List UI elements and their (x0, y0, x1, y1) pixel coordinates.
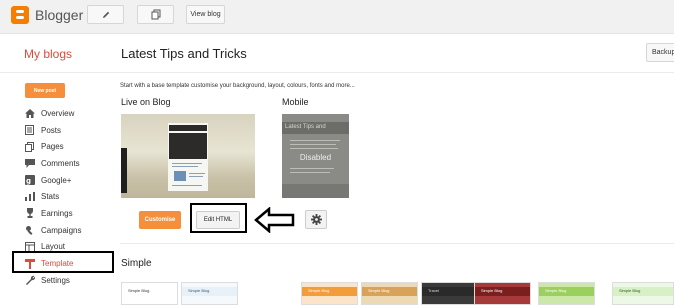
mobile-disabled-label: Disabled (299, 153, 332, 162)
simple-template-6[interactable]: Simple Blog (474, 282, 531, 305)
preview-line (189, 176, 203, 177)
template-label: Simple Blog (188, 288, 210, 293)
simple-heading: Simple (121, 258, 152, 269)
header-row: My blogs Latest Tips and Tricks Backup (0, 35, 674, 73)
simple-template-5[interactable]: Travel (421, 282, 478, 305)
template-label: Travel (428, 288, 439, 293)
section-divider (120, 243, 674, 244)
pages-icon (24, 141, 35, 152)
comment-icon (24, 158, 35, 168)
sidebar-item-label: Overview (41, 108, 75, 118)
preview-line (172, 163, 202, 164)
simple-template-2[interactable]: Simple Blog (181, 282, 238, 305)
my-blogs-link[interactable]: My blogs (24, 47, 72, 61)
preview-line (290, 148, 338, 149)
simple-template-8[interactable]: Simple Blog (612, 282, 674, 305)
sidebar-item-earnings[interactable]: Earnings (24, 205, 124, 222)
preview-line (290, 172, 330, 173)
mobile-preview-footer (282, 184, 349, 198)
preview-line (290, 144, 336, 145)
blog-title: Latest Tips and Tricks (121, 46, 247, 61)
mobile-preview-header: Latest Tips and (282, 122, 349, 134)
simple-template-1[interactable]: Simple Blog (121, 282, 178, 305)
preview-sidebar-strip (121, 148, 127, 193)
simple-template-3[interactable]: Simple Blog (301, 282, 358, 305)
copy-pages-icon (151, 9, 160, 20)
edit-post-button[interactable] (87, 5, 124, 24)
mobile-heading: Mobile (282, 97, 309, 107)
sidebar-item-comments[interactable]: Comments (24, 155, 124, 172)
preview-line (189, 173, 205, 174)
template-highlight-box (12, 251, 114, 273)
campaigns-icon (24, 225, 35, 236)
customise-button[interactable]: Customise (139, 211, 181, 229)
mobile-template-preview[interactable]: Latest Tips and Disabled (282, 114, 349, 198)
intro-text: Start with a base template customise you… (120, 83, 355, 89)
sidebar-item-label: Layout (41, 242, 66, 252)
edit-html-button[interactable]: Edit HTML (196, 211, 240, 229)
simple-template-7[interactable]: Simple Blog (538, 282, 595, 305)
gear-icon (310, 214, 322, 225)
template-label: Simple Blog (308, 288, 330, 293)
preview-line (290, 140, 340, 141)
sidebar-item-label: Pages (41, 142, 64, 152)
backup-button[interactable]: Backup (646, 43, 674, 62)
pencil-icon (102, 11, 109, 18)
preview-line (172, 166, 198, 167)
sidebar-item-overview[interactable]: Overview (24, 105, 124, 122)
mobile-settings-button[interactable] (305, 210, 327, 229)
view-blog-button[interactable]: View blog (186, 5, 225, 24)
sidebar-item-google-plus[interactable]: g Google+ (24, 172, 124, 189)
brand-name[interactable]: Blogger (35, 7, 83, 23)
template-label: Simple Blog (128, 288, 150, 293)
mobile-preview-title: Latest Tips and (285, 124, 326, 130)
sidebar-item-label: Earnings (41, 208, 73, 218)
arrow-left-icon (254, 207, 295, 233)
top-bar: Blogger View blog (0, 0, 674, 34)
sidebar-item-pages[interactable]: Pages (24, 138, 124, 155)
google-plus-icon: g (24, 175, 35, 186)
live-template-preview[interactable] (121, 114, 255, 198)
template-label: Simple Blog (545, 288, 567, 293)
preview-image (174, 171, 186, 181)
posts-icon (24, 125, 35, 136)
live-on-blog-heading: Live on Blog (121, 97, 171, 107)
preview-title-bar (169, 125, 207, 131)
home-icon (24, 108, 35, 118)
sidebar-item-campaigns[interactable]: Campaigns (24, 222, 124, 239)
template-label: Simple Blog (481, 288, 503, 293)
sidebar-item-label: Settings (41, 275, 70, 285)
stats-icon (24, 192, 35, 202)
sidebar-item-label: Campaigns (41, 225, 82, 235)
wrench-icon (24, 275, 35, 286)
sidebar-item-posts[interactable]: Posts (24, 122, 124, 139)
svg-text:g: g (26, 177, 31, 185)
preview-line (172, 185, 202, 186)
blogger-logo-icon[interactable] (11, 6, 29, 24)
preview-post (168, 123, 208, 191)
simple-template-4[interactable]: Simple Blog (361, 282, 418, 305)
new-post-button[interactable]: New post (25, 83, 65, 98)
sidebar-item-label: Google+ (41, 175, 72, 185)
preview-line (290, 168, 334, 169)
posts-list-button[interactable] (137, 5, 174, 24)
trophy-icon (24, 208, 35, 219)
sidebar-item-label: Comments (41, 158, 80, 168)
template-label: Simple Blog (368, 288, 390, 293)
sidebar-item-label: Stats (41, 192, 60, 202)
preview-dark-panel (169, 133, 207, 159)
sidebar-item-settings[interactable]: Settings (24, 272, 124, 289)
sidebar-item-stats[interactable]: Stats (24, 188, 124, 205)
template-label: Simple Blog (619, 288, 641, 293)
sidebar-item-label: Posts (41, 125, 62, 135)
